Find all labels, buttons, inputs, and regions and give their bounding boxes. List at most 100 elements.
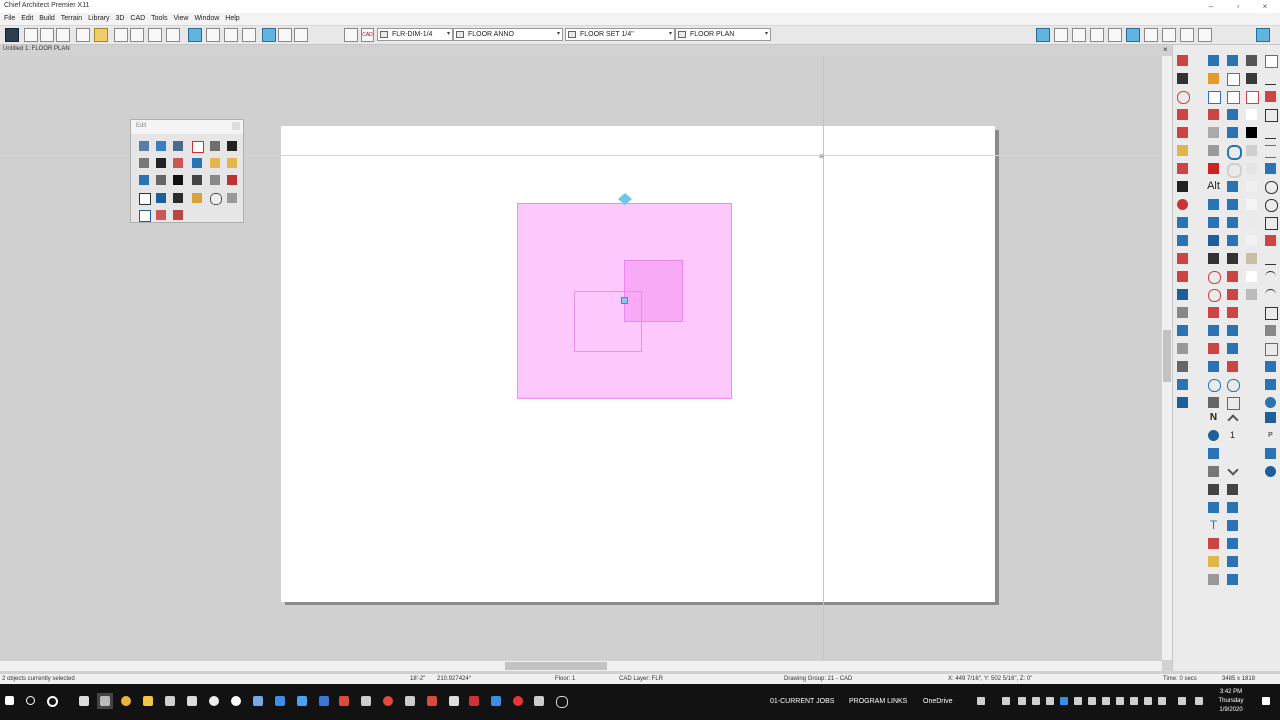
color-swatch-pale[interactable] (1244, 179, 1259, 194)
horizontal-scroll-thumb[interactable] (505, 662, 607, 670)
sun-icon[interactable] (1175, 377, 1190, 392)
color-swatch-lightgray[interactable] (1244, 143, 1259, 158)
check-icon[interactable] (1206, 395, 1221, 410)
search-icon[interactable] (23, 693, 39, 709)
menu-3d[interactable]: 3D (116, 15, 125, 22)
print-icon[interactable] (148, 28, 162, 42)
text-icon[interactable] (1090, 28, 1104, 42)
sign-icon[interactable] (1206, 536, 1221, 551)
schedule-icon[interactable] (1175, 215, 1190, 230)
cad-block-icon[interactable] (1263, 53, 1278, 68)
materials-icon[interactable] (1180, 28, 1194, 42)
edit-box-icon[interactable] (1206, 215, 1221, 230)
tray-icon-12[interactable] (1142, 695, 1154, 707)
file-explorer-icon[interactable] (140, 693, 156, 709)
app-icon-15[interactable] (402, 693, 418, 709)
app-icon-14[interactable] (380, 693, 396, 709)
elevation-icon[interactable] (1072, 28, 1086, 42)
chrome-icon[interactable] (118, 693, 134, 709)
circle-2-icon[interactable] (1263, 197, 1278, 212)
close-window-button[interactable]: × (1259, 1, 1271, 12)
notification-icon[interactable] (1260, 695, 1272, 707)
folder-icon[interactable] (94, 28, 108, 42)
zoom-icon[interactable] (1225, 377, 1240, 392)
tray-icon-7[interactable] (1072, 695, 1084, 707)
color-swatch-mist[interactable] (1244, 215, 1259, 230)
color-swatch-offwhite[interactable] (1244, 197, 1259, 212)
chevron-up-icon[interactable] (1225, 410, 1240, 426)
stack-icon[interactable] (1206, 572, 1221, 587)
arrow-tool-icon[interactable] (1175, 179, 1190, 194)
arc-2-icon[interactable] (1263, 269, 1278, 284)
railing-icon[interactable] (225, 191, 239, 205)
dimension-tool-icon[interactable] (1175, 107, 1190, 122)
grid-icon[interactable] (294, 28, 308, 42)
app-icon-20[interactable] (510, 693, 526, 709)
curve-icon[interactable] (1206, 269, 1221, 284)
save-icon[interactable] (76, 28, 90, 42)
cross-icon[interactable] (171, 208, 185, 222)
wall-icon[interactable] (171, 191, 185, 205)
menu-cad[interactable]: CAD (130, 15, 145, 22)
app-icon-9[interactable] (272, 693, 288, 709)
double-line-icon[interactable] (1263, 143, 1278, 158)
roof-icon[interactable] (190, 191, 204, 205)
extend-icon[interactable] (190, 156, 204, 170)
menu-window[interactable]: Window (194, 15, 219, 22)
hatch-icon[interactable] (1175, 305, 1190, 320)
color-swatch-white[interactable] (1244, 107, 1259, 122)
render-icon[interactable] (1162, 28, 1176, 42)
box-icon[interactable] (154, 191, 168, 205)
color-swatch-dark[interactable] (1244, 53, 1259, 68)
pointer-icon[interactable] (1206, 197, 1221, 212)
app-icon-13[interactable] (358, 693, 374, 709)
line-weight-icon[interactable] (1225, 482, 1240, 497)
chief-architect-app-icon[interactable] (97, 693, 113, 709)
edit-2-icon[interactable] (1225, 341, 1240, 356)
align-tool-icon[interactable] (1225, 53, 1240, 68)
move-tool-icon[interactable] (1225, 251, 1240, 266)
taskbar-folder-onedrive[interactable]: OneDrive (923, 698, 953, 705)
dimension-defaults-dropdown[interactable]: FLR-DIM-1/4 ▾ (377, 28, 453, 41)
pencil-edit-icon[interactable] (1206, 107, 1221, 122)
cabinet-icon[interactable] (1206, 125, 1221, 140)
x-icon[interactable] (1263, 215, 1278, 230)
color-swatch-beige[interactable] (1244, 251, 1259, 266)
tray-icon-4[interactable] (1030, 695, 1042, 707)
lighting-icon[interactable] (1198, 28, 1212, 42)
distribute-icon[interactable] (225, 156, 239, 170)
reflect-icon[interactable] (137, 156, 151, 170)
center-icon[interactable] (137, 173, 151, 187)
app-icon-12[interactable] (336, 693, 352, 709)
tray-icon-2[interactable] (1000, 695, 1012, 707)
cursor-blue-icon[interactable] (1263, 161, 1278, 176)
box-select-icon[interactable] (1225, 395, 1240, 410)
fire-icon[interactable] (1206, 71, 1221, 86)
grid-tool-2-icon[interactable] (1225, 359, 1240, 374)
undo-icon[interactable] (166, 28, 180, 42)
split-tool-icon[interactable] (1225, 305, 1240, 320)
label-icon[interactable] (1175, 251, 1190, 266)
rectangle-outline[interactable] (574, 291, 642, 352)
layers-icon[interactable] (1206, 554, 1221, 569)
camera-tool-icon[interactable] (1206, 143, 1221, 158)
marker-icon[interactable] (1175, 197, 1190, 212)
tray-icon-6[interactable] (1058, 695, 1070, 707)
view-dropdown[interactable]: FLOOR PLAN ▾ (675, 28, 771, 41)
select-objects-icon[interactable] (5, 28, 19, 42)
delete-icon[interactable] (190, 139, 204, 153)
transfer-icon[interactable] (1175, 395, 1190, 410)
layer-stack-icon[interactable] (1225, 554, 1240, 569)
line-icon[interactable] (190, 173, 204, 187)
rotate-icon[interactable] (154, 173, 168, 187)
note-icon[interactable] (1175, 287, 1190, 302)
app-icon-21[interactable] (531, 693, 547, 709)
palette-close-icon[interactable] (232, 122, 240, 130)
globe-icon[interactable] (1263, 464, 1278, 479)
diagonal-line-icon[interactable] (1263, 71, 1278, 86)
close-document-icon[interactable]: × (1163, 45, 1168, 54)
line-2-icon[interactable] (1263, 251, 1278, 266)
cloud-icon[interactable] (208, 191, 222, 205)
tray-icon-9[interactable] (1100, 695, 1112, 707)
north-pointer-label[interactable]: N (1206, 410, 1221, 425)
